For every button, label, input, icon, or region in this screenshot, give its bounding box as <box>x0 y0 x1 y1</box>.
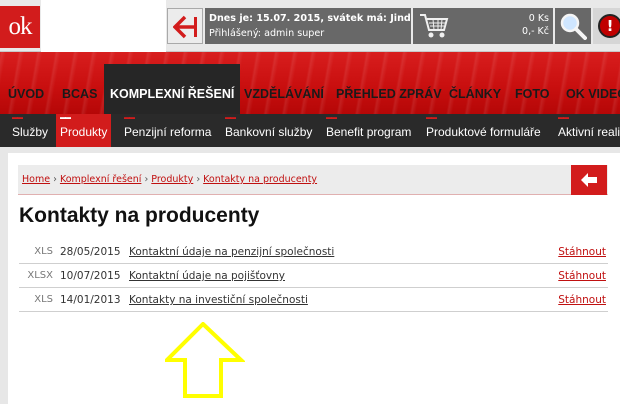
cart-price: 0,- Kč <box>522 26 549 37</box>
alert-button[interactable]: ! <box>593 8 620 44</box>
user-info-panel: Dnes je: 15.07. 2015, svátek má: Jindřic… <box>205 8 411 44</box>
alert-icon: ! <box>598 14 620 38</box>
breadcrumb: Home › Komplexní řešení › Produkty › Kon… <box>18 165 608 195</box>
logged-user-line: Přihlášený: admin super <box>209 28 325 39</box>
breadcrumb-komplexni-reseni[interactable]: Komplexní řešení <box>60 174 141 185</box>
banner: ÚVOD BCAS KOMPLEXNÍ ŘEŠENÍ VZDĚLÁVÁNÍ PŘ… <box>0 52 620 114</box>
annotation-arrow-up-icon <box>165 322 245 398</box>
cart-summary: 0 Ks 0,- Kč <box>522 12 549 38</box>
file-row: XLS 28/05/2015 Kontaktní údaje na penzij… <box>19 240 608 264</box>
file-type: XLS <box>34 294 53 305</box>
breadcrumb-separator: › <box>196 174 201 185</box>
logo-strip <box>41 0 166 52</box>
sub-nav-produkty[interactable]: Produkty <box>56 100 112 147</box>
file-list: XLS 28/05/2015 Kontaktní údaje na penzij… <box>19 240 608 312</box>
back-arrow-icon <box>173 15 197 39</box>
sub-nav-aktivni-realitni[interactable]: Aktivní realitní <box>554 100 620 147</box>
breadcrumb-separator: › <box>53 174 57 185</box>
breadcrumb-back-button[interactable] <box>571 165 607 195</box>
download-link[interactable]: Stáhnout <box>558 246 606 258</box>
search-button[interactable] <box>555 8 591 44</box>
sub-nav-sluzby[interactable]: Služby <box>8 100 52 147</box>
breadcrumb-current[interactable]: Kontakty na producenty <box>203 174 317 185</box>
sub-nav-benefit-program[interactable]: Benefit program <box>322 100 415 147</box>
file-row: XLSX 10/07/2015 Kontaktní údaje na pojiš… <box>19 264 608 288</box>
sub-nav: Služby Produkty Penzijní reforma Bankovn… <box>0 100 620 147</box>
back-button[interactable] <box>167 8 203 44</box>
site-logo[interactable]: ok <box>0 6 40 48</box>
file-date: 14/01/2013 <box>60 294 121 306</box>
main-nav-vzdelavani[interactable]: VZDĚLÁVÁNÍ <box>244 74 324 114</box>
page-title: Kontakty na producenty <box>19 204 260 227</box>
file-type: XLS <box>34 246 53 257</box>
sub-nav-penzijni-reforma[interactable]: Penzijní reforma <box>120 100 215 147</box>
main-nav-ok-video[interactable]: OK VIDEO <box>566 74 620 114</box>
date-nameday-line: Dnes je: 15.07. 2015, svátek má: Jindřic… <box>209 13 411 24</box>
file-name-link[interactable]: Kontaktní údaje na penzijní společnosti <box>129 246 334 258</box>
file-name-link[interactable]: Kontakty na investiční společnosti <box>129 294 308 306</box>
cart-icon <box>420 14 449 38</box>
breadcrumb-separator: › <box>144 174 149 185</box>
file-date: 28/05/2015 <box>60 246 121 258</box>
sub-nav-bankovni-sluzby[interactable]: Bankovní služby <box>221 100 316 147</box>
cart-button[interactable]: 0 Ks 0,- Kč <box>413 8 553 44</box>
cart-count: 0 Ks <box>528 13 549 24</box>
file-name-link[interactable]: Kontaktní údaje na pojišťovny <box>129 270 285 282</box>
search-icon <box>560 13 587 40</box>
breadcrumb-produkty[interactable]: Produkty <box>151 174 193 185</box>
main-nav: ÚVOD BCAS KOMPLEXNÍ ŘEŠENÍ VZDĚLÁVÁNÍ PŘ… <box>0 64 620 114</box>
file-row: XLS 14/01/2013 Kontakty na investiční sp… <box>19 288 608 312</box>
download-link[interactable]: Stáhnout <box>558 294 606 306</box>
file-date: 10/07/2015 <box>60 270 121 282</box>
back-arrow-icon <box>581 173 597 187</box>
top-bar: ok Dnes je: 15.07. 2015, svátek má: Jind… <box>0 0 620 52</box>
file-type: XLSX <box>27 270 53 281</box>
breadcrumb-trail: Home › Komplexní řešení › Produkty › Kon… <box>22 174 317 185</box>
main-nav-foto[interactable]: FOTO <box>515 74 550 114</box>
download-link[interactable]: Stáhnout <box>558 270 606 282</box>
breadcrumb-home[interactable]: Home <box>22 174 50 185</box>
main-nav-clanky[interactable]: ČLÁNKY <box>449 74 501 114</box>
sub-nav-produktove-formulare[interactable]: Produktové formuláře <box>422 100 545 147</box>
